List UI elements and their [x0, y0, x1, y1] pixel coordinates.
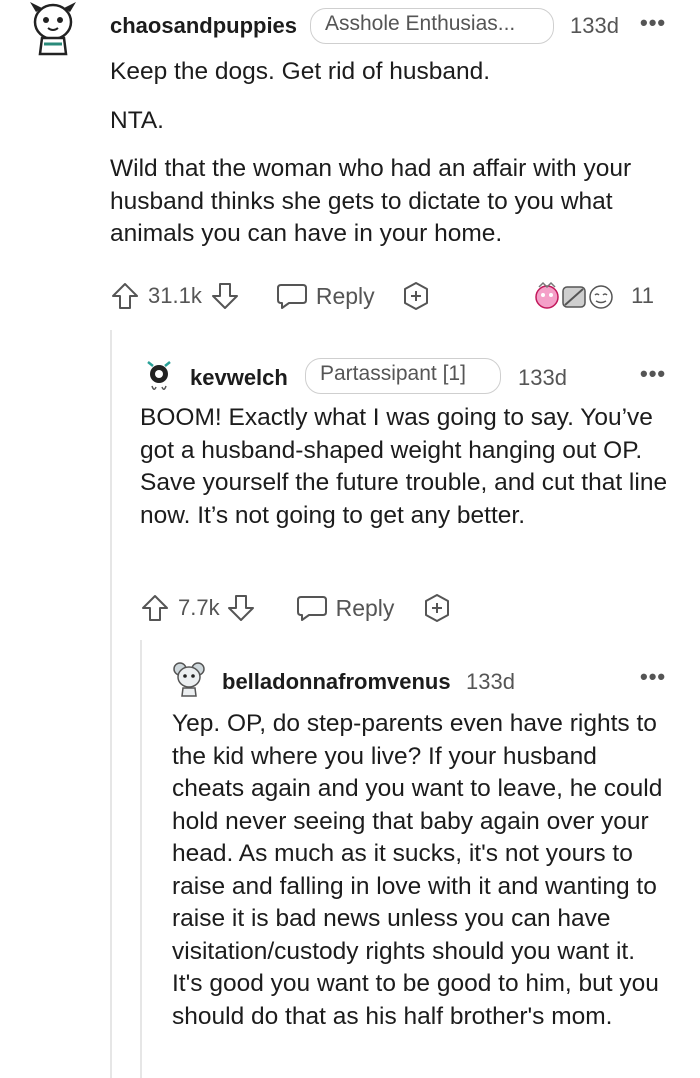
comment-body: BOOM! Exactly what I was going to say. Y… [140, 402, 670, 532]
award-icon [535, 281, 613, 309]
comment-actions: 31.1k Reply 11 [110, 278, 670, 314]
comment-paragraph: Keep the dogs. Get rid of husband. [110, 58, 491, 85]
comment-bubble-icon [276, 284, 307, 309]
username[interactable]: chaosandpuppies [110, 13, 297, 39]
comment-age: 133d [570, 13, 619, 38]
username[interactable]: kevwelch [190, 365, 288, 391]
comment-age: 133d [518, 365, 567, 390]
upvote-icon[interactable] [140, 593, 170, 623]
reply-button[interactable]: Reply [296, 593, 395, 623]
upvote-icon[interactable] [110, 281, 140, 311]
avatar[interactable] [172, 660, 206, 698]
comment-body: Yep. OP, do step-parents even have right… [172, 708, 672, 1033]
comment-paragraph: Yep. OP, do step-parents even have right… [172, 710, 663, 1030]
downvote-icon[interactable] [210, 281, 240, 311]
awards[interactable]: 11 [533, 281, 654, 311]
reply-button[interactable]: Reply [276, 281, 375, 311]
more-options-button[interactable]: ••• [640, 361, 666, 387]
comment-paragraph: Wild that the woman who had an affair wi… [110, 155, 632, 247]
username[interactable]: belladonnafromvenus [222, 669, 451, 695]
avatar[interactable] [142, 360, 176, 394]
downvote-icon[interactable] [226, 593, 256, 623]
comment-age: 133d [466, 669, 515, 694]
thread-line[interactable] [110, 330, 112, 1078]
reply-label: Reply [315, 282, 375, 309]
user-flair: Partassipant [1] [305, 358, 501, 394]
award-plus-icon[interactable] [401, 281, 431, 311]
comment-paragraph: BOOM! Exactly what I was going to say. Y… [140, 404, 668, 529]
more-options-button[interactable]: ••• [640, 664, 666, 690]
user-flair: Asshole Enthusias... [310, 8, 554, 44]
vote-count: 7.7k [178, 595, 220, 620]
comment-paragraph: NTA. [110, 106, 164, 134]
vote-count: 31.1k [148, 283, 202, 308]
thread-line[interactable] [140, 640, 142, 1078]
award-plus-icon[interactable] [422, 593, 452, 623]
reply-label: Reply [335, 594, 395, 621]
avatar[interactable] [26, 0, 80, 56]
comment-actions: 7.7k Reply [140, 590, 540, 626]
comment-body: Keep the dogs. Get rid of husband. NTA. … [110, 56, 680, 251]
more-options-button[interactable]: ••• [640, 10, 666, 36]
comment-bubble-icon [296, 596, 327, 621]
awards-count: 11 [631, 283, 654, 308]
